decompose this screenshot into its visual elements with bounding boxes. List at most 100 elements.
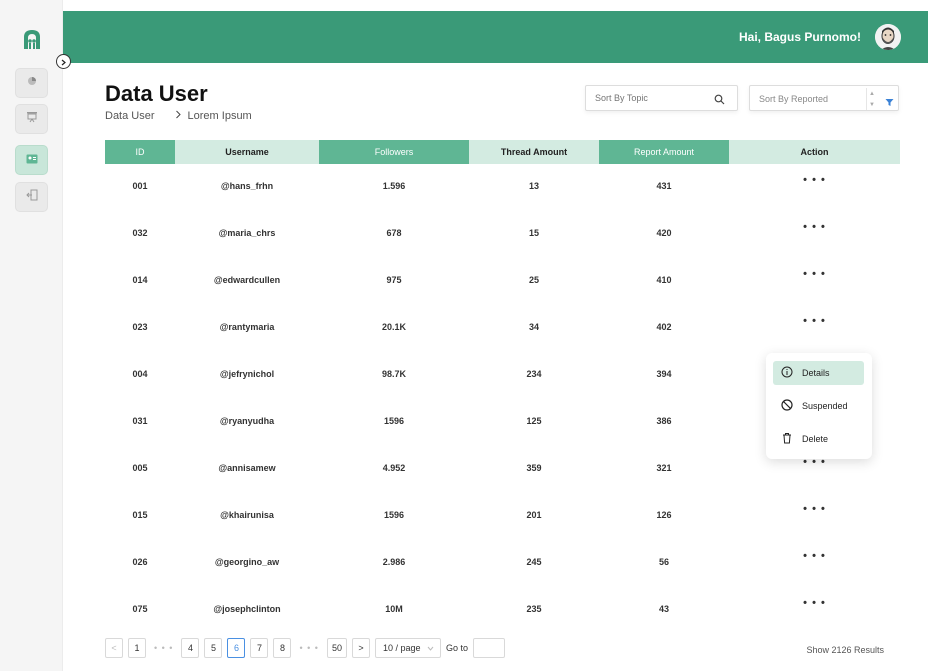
- next-page-button[interactable]: >: [351, 638, 370, 658]
- chevron-down-icon[interactable]: ▼: [869, 102, 875, 108]
- cell-username: @ryanyudha: [219, 415, 275, 426]
- breadcrumb-item-data-user[interactable]: Data User: [105, 110, 155, 122]
- table-row[interactable]: 075 @josephclinton 10M 235 43 • • •: [105, 587, 900, 634]
- page-size-value: 10 / page: [382, 643, 421, 653]
- menu-item-details[interactable]: Details: [773, 361, 864, 385]
- cell-thread-amount: 15: [528, 227, 539, 238]
- sort-stepper[interactable]: ▲ ▼: [866, 88, 877, 110]
- table-row[interactable]: 015 @khairunisa 1596 201 126 • • •: [105, 493, 900, 540]
- cell-thread-amount: 125: [526, 415, 542, 426]
- menu-item-delete[interactable]: Delete: [773, 427, 864, 451]
- prev-page-button[interactable]: <: [105, 638, 123, 658]
- pagination-ellipsis[interactable]: • • •: [151, 643, 176, 653]
- page-button-1[interactable]: 1: [128, 638, 146, 658]
- cell-thread-amount: 201: [526, 509, 542, 520]
- menu-item-suspended[interactable]: Suspended: [773, 394, 864, 418]
- row-action-menu-button[interactable]: • • •: [729, 540, 900, 587]
- cell-followers: 20.1K: [381, 321, 407, 332]
- table-row[interactable]: 023 @rantymaria 20.1K 34 402 • • •: [105, 305, 900, 352]
- column-header-username[interactable]: Username: [175, 140, 319, 164]
- chevron-up-icon[interactable]: ▲: [869, 91, 875, 97]
- page-title: Data User: [105, 81, 208, 106]
- app-logo: [21, 28, 43, 50]
- sidebar-item-logout[interactable]: [15, 182, 48, 212]
- cell-username: @rantymaria: [219, 321, 275, 332]
- cell-username: @jefrynichol: [219, 368, 275, 379]
- cell-report-amount: 402: [656, 321, 672, 332]
- row-action-menu-button[interactable]: • • •: [729, 164, 900, 211]
- filter-icon[interactable]: [885, 94, 894, 112]
- breadcrumb: Data User Lorem Ipsum: [105, 110, 252, 122]
- column-header-id[interactable]: ID: [105, 140, 175, 164]
- row-action-menu-button[interactable]: • • •: [729, 258, 900, 305]
- cell-id: 031: [132, 415, 148, 426]
- breadcrumb-item-current: Lorem Ipsum: [187, 110, 252, 122]
- cell-thread-amount: 13: [528, 180, 539, 191]
- cell-report-amount: 394: [656, 368, 672, 379]
- page-button-5[interactable]: 5: [204, 638, 223, 658]
- user-card-icon: [26, 151, 38, 169]
- cell-followers: 2.986: [382, 556, 406, 567]
- cell-followers: 678: [386, 227, 402, 238]
- goto-page-input[interactable]: [472, 638, 505, 658]
- goto-label: Go to: [445, 643, 468, 653]
- page-button-4[interactable]: 4: [181, 638, 200, 658]
- trash-icon: [781, 432, 793, 446]
- search-input[interactable]: [586, 86, 696, 110]
- sidebar-item-dashboard[interactable]: [15, 68, 48, 98]
- row-action-menu-button[interactable]: • • •: [729, 211, 900, 258]
- cell-id: 032: [132, 227, 148, 238]
- table-row[interactable]: 001 @hans_frhn 1.596 13 431 • • •: [105, 164, 900, 211]
- cell-id: 023: [132, 321, 148, 332]
- table-row[interactable]: 014 @edwardcullen 975 25 410 • • •: [105, 258, 900, 305]
- cell-report-amount: 321: [656, 462, 672, 473]
- sort-reported-select[interactable]: Sort By Reported ▲ ▼: [749, 85, 899, 111]
- action-menu: Details Suspended Delete: [766, 353, 872, 459]
- column-header-report-amount[interactable]: Report Amount: [599, 140, 729, 164]
- cell-id: 001: [132, 180, 148, 191]
- column-header-thread-amount[interactable]: Thread Amount: [469, 140, 599, 164]
- cell-report-amount: 410: [656, 274, 672, 285]
- menu-item-label: Delete: [802, 434, 829, 444]
- table-row[interactable]: 032 @maria_chrs 678 15 420 • • •: [105, 211, 900, 258]
- column-header-action: Action: [729, 140, 900, 164]
- row-action-menu-button[interactable]: • • •: [729, 305, 900, 352]
- cell-username: @georgino_aw: [214, 556, 280, 567]
- table-row[interactable]: 026 @georgino_aw 2.986 245 56 • • •: [105, 540, 900, 587]
- row-action-menu-button[interactable]: • • •: [729, 493, 900, 540]
- page-button-7[interactable]: 7: [250, 638, 269, 658]
- cell-id: 026: [132, 556, 148, 567]
- page-button-8[interactable]: 8: [273, 638, 292, 658]
- search-icon[interactable]: [714, 92, 725, 110]
- cell-username: @khairunisa: [220, 509, 274, 520]
- page-button-6[interactable]: 6: [227, 638, 246, 658]
- row-action-menu-button[interactable]: • • •: [729, 587, 900, 634]
- logout-icon: [25, 188, 38, 206]
- avatar[interactable]: [875, 24, 901, 50]
- cell-username: @annisamew: [218, 462, 276, 473]
- cell-thread-amount: 245: [526, 556, 542, 567]
- page-size-select[interactable]: 10 / page: [374, 638, 441, 658]
- cell-id: 075: [132, 603, 148, 614]
- column-header-followers[interactable]: Followers: [319, 140, 469, 164]
- ban-icon: [781, 399, 793, 413]
- cell-followers: 4.952: [382, 462, 406, 473]
- sidebar-item-users[interactable]: [15, 145, 48, 175]
- search-topic-field[interactable]: [585, 85, 738, 111]
- pagination-ellipsis[interactable]: • • •: [296, 643, 321, 653]
- cell-report-amount: 126: [656, 509, 672, 520]
- sidebar-toggle-button[interactable]: [56, 54, 71, 69]
- sidebar-item-topics[interactable]: [15, 104, 48, 134]
- cell-thread-amount: 359: [526, 462, 542, 473]
- top-bar: Hai, Bagus Purnomo!: [63, 11, 928, 63]
- cell-followers: 98.7K: [381, 368, 407, 379]
- cell-report-amount: 43: [658, 603, 669, 614]
- menu-item-label: Suspended: [802, 401, 848, 411]
- chevron-right-icon: [60, 53, 67, 71]
- page-button-50[interactable]: 50: [326, 638, 347, 658]
- chevron-right-icon: [175, 110, 182, 122]
- greeting-text: Hai, Bagus Purnomo!: [738, 30, 861, 44]
- cell-followers: 975: [386, 274, 402, 285]
- cell-username: @josephclinton: [213, 603, 281, 614]
- cell-id: 015: [132, 509, 148, 520]
